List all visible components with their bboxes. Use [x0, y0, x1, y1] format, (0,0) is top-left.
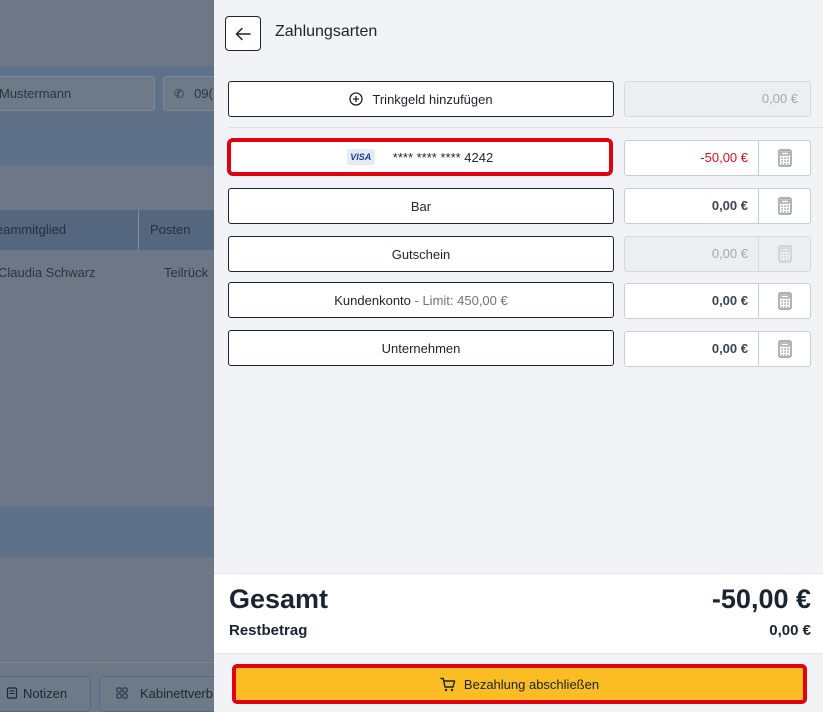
- calculator-icon: [777, 245, 792, 263]
- card-amount-value: -50,00 €: [700, 150, 748, 165]
- payment-bar-button[interactable]: Bar: [228, 188, 614, 224]
- company-amount-field[interactable]: 0,00 €: [624, 331, 811, 367]
- payment-voucher-label: Gutschein: [391, 246, 451, 262]
- bar-amount-field[interactable]: 0,00 €: [624, 188, 811, 224]
- tip-amount-field: 0,00 €: [624, 81, 811, 117]
- remaining-label: Restbetrag: [229, 622, 308, 639]
- calculator-icon: [777, 197, 792, 215]
- company-amount-value: 0,00 €: [711, 341, 748, 356]
- background-td-posten: Teilrück: [164, 265, 209, 280]
- grid-icon: [116, 687, 128, 699]
- customer-account-amount-field[interactable]: 0,00 €: [624, 283, 811, 319]
- background-band-2: [0, 507, 214, 557]
- notes-icon: [6, 687, 18, 699]
- phone-icon: ✆: [174, 87, 185, 101]
- payment-customer-account-label: Kundenkonto: [334, 292, 411, 308]
- complete-payment-label: Bezahlung abschließen: [463, 676, 600, 692]
- complete-payment-button[interactable]: Bezahlung abschließen: [232, 664, 807, 704]
- bar-calculator-button[interactable]: [758, 189, 810, 223]
- total-label: Gesamt: [229, 584, 329, 614]
- voucher-amount-field: 0,00 €: [624, 236, 811, 272]
- payment-company-label: Unternehmen: [381, 340, 461, 356]
- payment-voucher-button[interactable]: Gutschein: [228, 236, 614, 272]
- panel-footer: Bezahlung abschließen: [214, 653, 823, 712]
- calculator-icon: [777, 340, 792, 358]
- background-td-member: Claudia Schwarz: [0, 265, 96, 280]
- company-calculator-button[interactable]: [758, 332, 810, 366]
- visa-logo-icon: VISA: [346, 149, 375, 165]
- background-phone-text: 09(: [194, 86, 213, 101]
- calculator-icon: [777, 292, 792, 310]
- background-notes-button: Notizen: [0, 676, 91, 712]
- customer-account-limit: - Limit: 450,00 €: [414, 292, 508, 308]
- total-value: -50,00 €: [711, 584, 811, 614]
- voucher-amount-value: 0,00 €: [711, 246, 748, 261]
- background-th-separator: [138, 210, 139, 250]
- payment-methods-panel: Zahlungsarten Trinkgeld hinzufügen 0,00 …: [214, 0, 823, 712]
- payment-company-button[interactable]: Unternehmen: [228, 330, 614, 366]
- customer-account-calculator-button[interactable]: [758, 284, 810, 318]
- payment-customer-account-button[interactable]: Kundenkonto - Limit: 450,00 €: [228, 282, 614, 318]
- background-cabinet-button: Kabinettverb: [99, 676, 214, 712]
- voucher-calculator-button: [758, 237, 810, 271]
- payment-card-button[interactable]: VISA **** **** **** 4242: [227, 138, 613, 176]
- divider: [228, 127, 823, 128]
- calculator-icon: [777, 149, 792, 167]
- background-th-posten: Posten: [150, 222, 191, 237]
- background-cabinet-label: Kabinettverb: [140, 686, 213, 701]
- payment-bar-label: Bar: [410, 198, 432, 214]
- card-amount-field[interactable]: -50,00 €: [624, 140, 811, 176]
- bar-amount-value: 0,00 €: [711, 198, 748, 213]
- customer-account-amount-value: 0,00 €: [711, 293, 748, 308]
- background-phone-field: ✆ 09(: [163, 76, 214, 111]
- background-notes-label: Notizen: [23, 686, 68, 701]
- totals-section: Gesamt -50,00 € Restbetrag 0,00 €: [214, 573, 823, 653]
- arrow-left-icon: [235, 27, 251, 40]
- background-name-field: Mustermann: [0, 76, 155, 111]
- tip-amount-value: 0,00 €: [761, 91, 798, 106]
- card-number-label: **** **** **** 4242: [392, 149, 494, 165]
- background-page: Mustermann ✆ 09( eammitglied Posten Claud…: [0, 0, 214, 712]
- panel-header: Zahlungsarten: [214, 0, 823, 66]
- plus-circle-icon: [349, 92, 364, 106]
- add-tip-button[interactable]: Trinkgeld hinzufügen: [228, 81, 614, 117]
- card-calculator-button[interactable]: [758, 141, 810, 175]
- shopping-cart-icon: [440, 677, 456, 691]
- page-title: Zahlungsarten: [275, 23, 378, 40]
- remaining-value: 0,00 €: [769, 622, 811, 639]
- back-button[interactable]: [225, 16, 261, 51]
- add-tip-label: Trinkgeld hinzufügen: [372, 91, 493, 107]
- background-th-member: eammitglied: [0, 222, 67, 237]
